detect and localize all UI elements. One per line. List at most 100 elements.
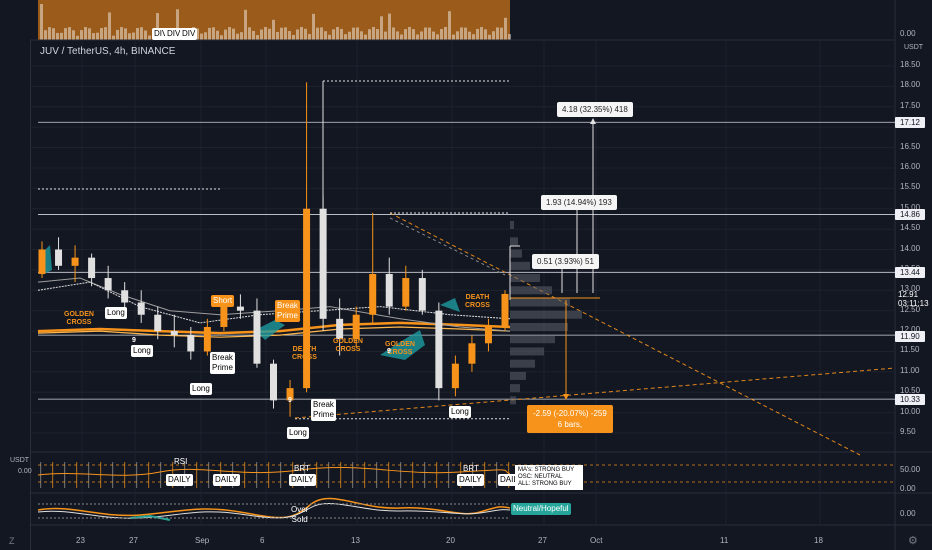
candle-body xyxy=(352,314,360,340)
top-pane-bar xyxy=(476,28,479,40)
cross-text: CROSS xyxy=(335,346,361,353)
sub-pane-bar xyxy=(328,462,330,488)
top-pane-bar xyxy=(380,16,383,40)
price-tick: 14.00 xyxy=(900,243,921,253)
volume-profile-bar xyxy=(510,298,570,307)
top-pane-bar xyxy=(112,35,115,40)
signal-row-all: ALL: STRONG BUY xyxy=(518,481,572,487)
break-prime-label: Break Prime xyxy=(275,300,300,322)
price-tick: 11.50 xyxy=(900,345,920,355)
sentiment-flag: Neutral/Hopeful xyxy=(511,503,571,515)
price-tick: 11.00 xyxy=(900,365,920,375)
symbol-header: JUV / TetherUS, 4h, BINANCE xyxy=(40,46,176,57)
top-pane-bar xyxy=(368,29,371,40)
rsi-line xyxy=(37,466,511,476)
top-pane-bar xyxy=(228,27,231,40)
daily-tag: DAILY xyxy=(289,474,316,486)
daily-tag: DAILY xyxy=(166,474,193,486)
sub-pane-bar xyxy=(316,462,318,488)
sub-pane-bar xyxy=(436,462,438,488)
top-pane-bar xyxy=(252,30,255,40)
zoom-icon[interactable]: Z xyxy=(9,536,15,546)
rsi-tag: RSI xyxy=(174,457,188,466)
top-pane-bar xyxy=(236,33,239,40)
price-tag-17-12: 17.12 xyxy=(895,117,925,128)
volume-profile-bar xyxy=(510,237,518,246)
top-pane-bar xyxy=(376,29,379,40)
price-tag-11-90: 11.90 xyxy=(895,331,925,342)
bar-countdown: 03:11:13 xyxy=(898,299,929,308)
top-pane-bar xyxy=(384,31,387,40)
top-pane-bar xyxy=(292,34,295,40)
volume-profile-bar xyxy=(510,396,516,405)
top-pane-bar xyxy=(460,27,463,40)
top-pane-bar xyxy=(424,27,427,40)
long-label: Long xyxy=(131,345,153,357)
time-tick: 20 xyxy=(446,536,455,545)
top-pane-bar xyxy=(468,31,471,40)
top-pane-bar xyxy=(428,27,431,40)
top-pane-bar xyxy=(480,27,483,40)
candle-body xyxy=(203,326,211,352)
price-tag-14-86: 14.86 xyxy=(895,209,925,220)
top-pane-bar xyxy=(456,31,459,40)
top-pane-bar xyxy=(340,28,343,40)
sub-pane-bar xyxy=(208,462,210,488)
candle-body xyxy=(121,290,129,303)
candle-body xyxy=(71,257,79,266)
time-tick: 18 xyxy=(814,536,823,545)
top-pane-bar xyxy=(140,27,143,40)
top-pane-bar xyxy=(276,32,279,40)
top-pane-bar xyxy=(244,9,247,40)
candle-body xyxy=(253,310,261,364)
top-pane-bar xyxy=(500,27,503,40)
break-prime-label: Break Prime xyxy=(311,399,336,421)
measure-label-lower[interactable]: 0.51 (3.93%) 51 xyxy=(532,254,599,269)
sub-pane-bar xyxy=(376,462,378,488)
top-pane-bar xyxy=(352,27,355,40)
top-pane-bar xyxy=(68,27,71,40)
top-pane-bar xyxy=(508,34,511,40)
golden-text: GOLDEN xyxy=(64,311,94,318)
candle-body xyxy=(220,306,228,327)
measure-label-upper[interactable]: 4.18 (32.35%) 418 xyxy=(557,102,633,117)
top-pane-bar xyxy=(440,29,443,40)
price-tick: 18.00 xyxy=(900,80,921,90)
sub-pane-bar xyxy=(364,462,366,488)
candle-body xyxy=(385,273,393,307)
top-pane-bar xyxy=(128,33,131,40)
td-nine-label: 9 xyxy=(387,348,391,355)
loss-measure-box[interactable]: -2.59 (-20.07%) -259 6 bars, xyxy=(527,405,613,433)
price-tag-10-33: 10.33 xyxy=(895,394,925,405)
top-pane-bar xyxy=(360,31,363,40)
time-tick: 13 xyxy=(351,536,360,545)
candle-body xyxy=(451,363,459,389)
signal-table: MA's: STRONG BUY OSC: NEUTRAL ALL: STRON… xyxy=(515,465,583,490)
candle-body xyxy=(137,302,145,315)
golden-cross-label: GOLDEN CROSS xyxy=(64,311,94,327)
time-tick: 11 xyxy=(720,536,729,545)
signal-row-osc: OSC: NEUTRAL xyxy=(518,474,563,480)
top-pane-bar xyxy=(40,4,43,40)
volume-profile-bar xyxy=(510,310,582,319)
time-tick: Sep xyxy=(195,536,210,545)
death-text: DEATH xyxy=(465,294,490,301)
death-cross-label: DEATH CROSS xyxy=(292,346,317,362)
death-cross-label: DEATH CROSS xyxy=(465,294,490,310)
prime-text: Prime xyxy=(313,410,334,419)
top-pane-bar xyxy=(388,13,391,40)
price-tick: 16.50 xyxy=(900,141,921,151)
top-pane-bar xyxy=(200,33,203,40)
candle-body xyxy=(402,278,410,307)
sub-pane-bar xyxy=(52,462,54,488)
break-text: Break xyxy=(313,400,334,409)
candle-body xyxy=(468,343,476,364)
candle-body xyxy=(418,278,426,311)
settings-gear-icon[interactable]: ⚙ xyxy=(908,534,918,547)
measure-label-middle[interactable]: 1.93 (14.94%) 193 xyxy=(541,195,617,210)
top-pane-bar xyxy=(332,29,335,40)
top-pane-bar xyxy=(412,29,415,40)
candle-body xyxy=(484,326,492,344)
top-pane-bar xyxy=(120,27,123,40)
break-prime-label: Break Prime xyxy=(210,352,235,374)
